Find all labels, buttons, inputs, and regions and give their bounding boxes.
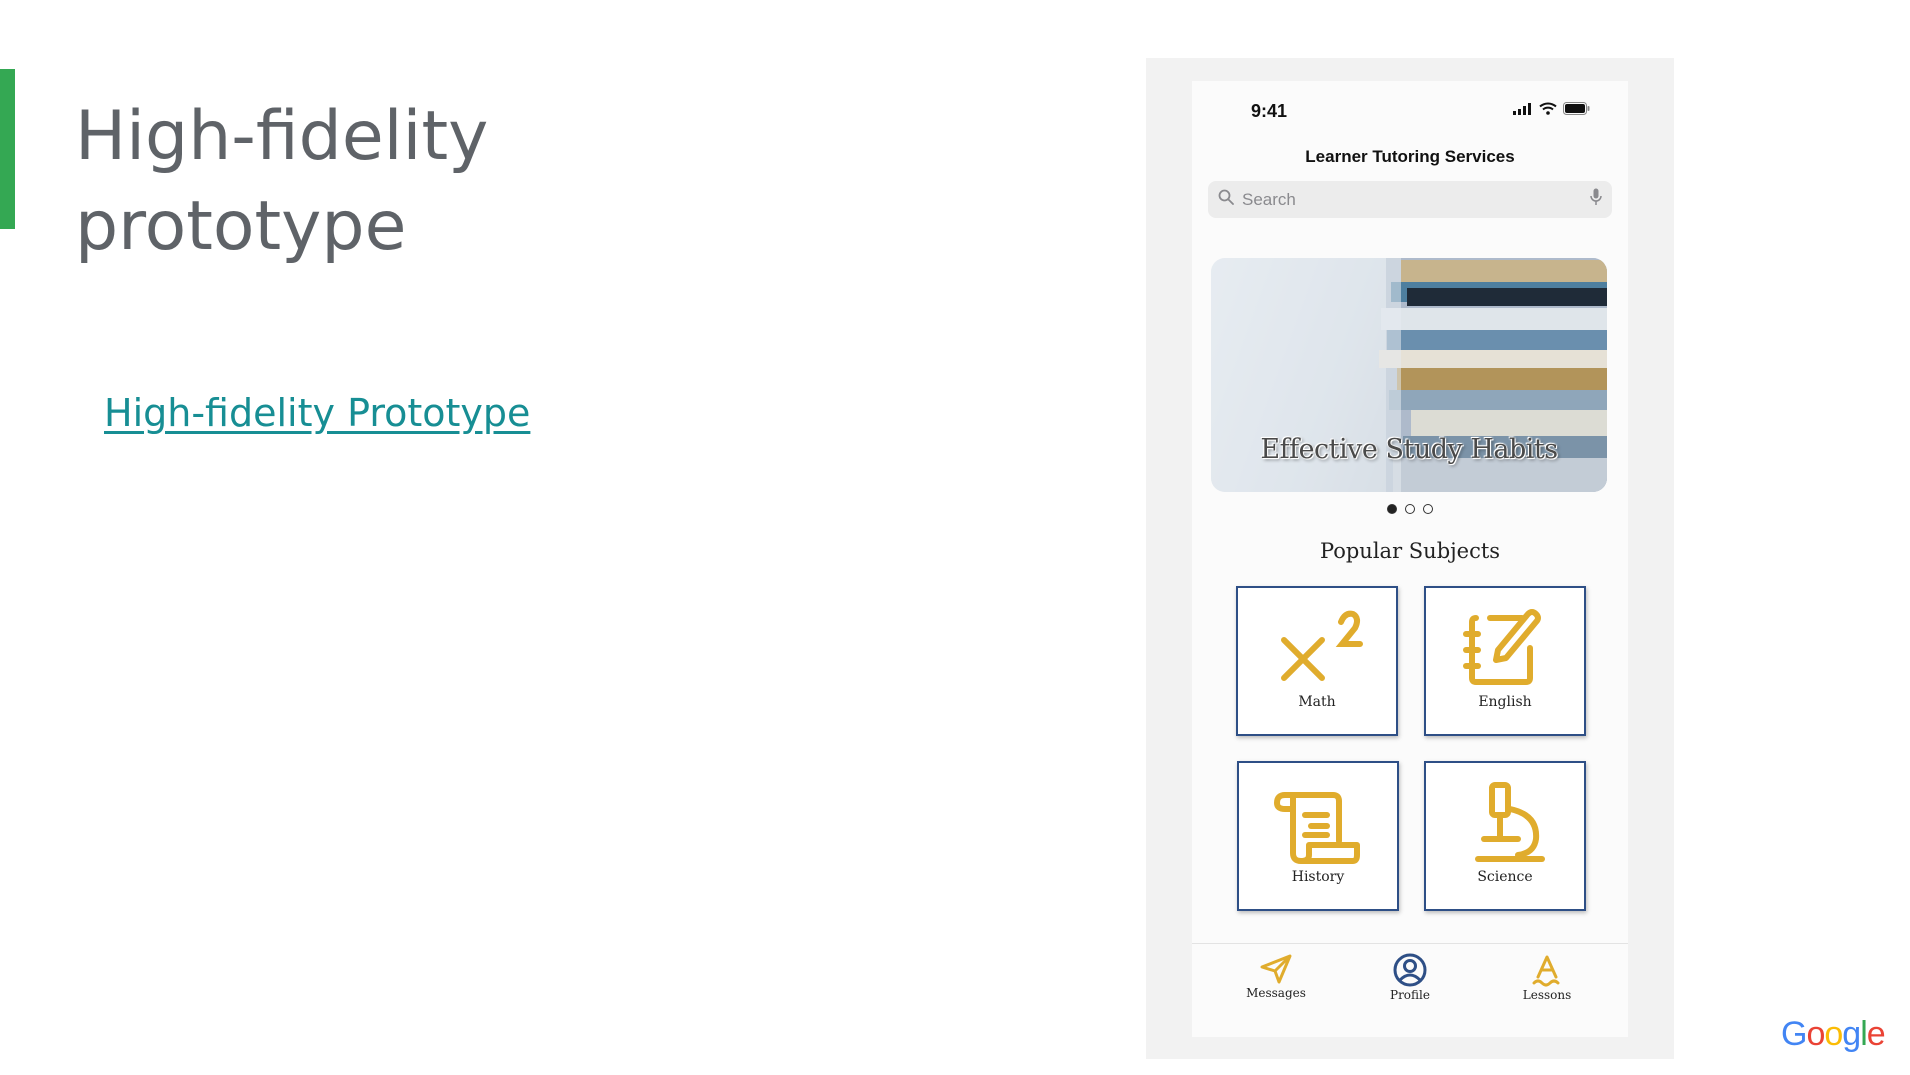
subject-label: Math <box>1298 694 1336 710</box>
subject-card-science[interactable]: Science <box>1424 761 1586 911</box>
notebook-pen-icon <box>1463 609 1541 685</box>
app-title: Learner Tutoring Services <box>1305 147 1515 166</box>
logo-letter: g <box>1842 1015 1861 1053</box>
subject-card-history[interactable]: History <box>1237 761 1399 911</box>
tab-profile[interactable]: Profile <box>1365 953 1455 1002</box>
google-logo: Google <box>1781 1015 1886 1054</box>
accent-bar <box>0 69 15 229</box>
status-icons <box>1513 102 1590 120</box>
tab-label: Profile <box>1390 988 1430 1002</box>
search-bar[interactable] <box>1208 181 1612 218</box>
logo-letter: o <box>1824 1015 1843 1053</box>
carousel-dot[interactable] <box>1405 504 1415 514</box>
carousel-dot[interactable] <box>1387 504 1397 514</box>
wifi-icon <box>1539 102 1557 120</box>
superscript-x-icon <box>1281 610 1363 681</box>
search-input[interactable] <box>1242 189 1590 210</box>
prototype-link[interactable]: High-fidelity Prototype <box>104 391 530 435</box>
status-time: 9:41 <box>1251 101 1288 121</box>
user-circle-icon <box>1365 953 1455 987</box>
tab-messages[interactable]: Messages <box>1231 953 1321 1000</box>
section-title: Popular Subjects <box>1319 539 1501 563</box>
slide-title: High-fidelity prototype <box>75 97 489 266</box>
carousel-dot[interactable] <box>1423 504 1433 514</box>
tab-label: Lessons <box>1522 988 1572 1002</box>
subject-label: English <box>1478 694 1532 710</box>
featured-banner[interactable]: Effective Study Habits <box>1211 258 1607 492</box>
tab-lessons[interactable]: Lessons <box>1502 953 1592 1002</box>
phone-screen: 9:41 Learner Tutoring Services Search Ef… <box>1192 81 1628 1037</box>
microphone-icon[interactable] <box>1590 188 1602 211</box>
search-icon <box>1218 189 1234 210</box>
logo-letter: G <box>1781 1015 1807 1053</box>
paper-plane-icon <box>1231 953 1321 985</box>
subject-label: Science <box>1477 869 1533 885</box>
microscope-icon <box>1475 782 1545 862</box>
logo-letter: e <box>1866 1015 1886 1053</box>
subject-card-math[interactable]: Math <box>1236 586 1398 736</box>
subject-label: History <box>1291 869 1345 885</box>
logo-letter: o <box>1806 1015 1825 1053</box>
lessons-icon <box>1502 953 1592 987</box>
battery-icon <box>1563 102 1590 120</box>
tab-bar-divider <box>1192 943 1628 944</box>
banner-title: Effective Study Habits <box>1260 434 1558 465</box>
tab-label: Messages <box>1246 986 1306 1000</box>
subject-card-english[interactable]: English <box>1424 586 1586 736</box>
carousel-indicator <box>1192 504 1628 514</box>
scroll-icon <box>1274 792 1360 864</box>
cellular-signal-icon <box>1513 102 1533 120</box>
